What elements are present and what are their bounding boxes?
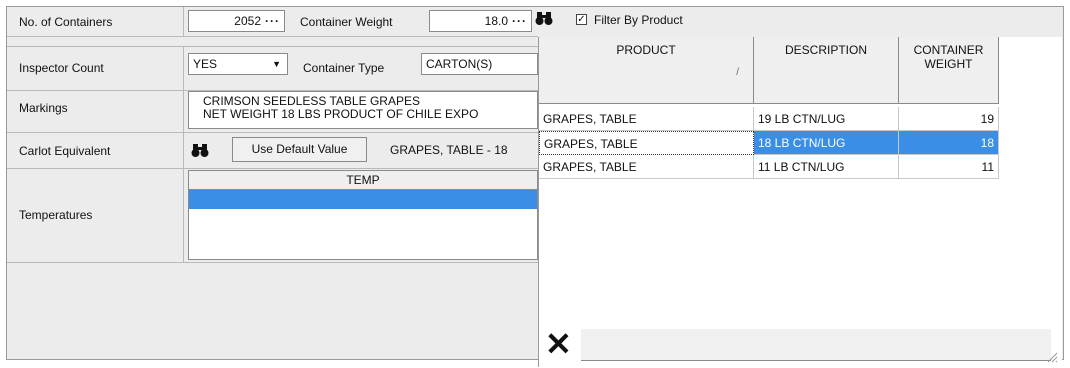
resize-grip-icon[interactable] — [1046, 351, 1058, 363]
header-product[interactable]: PRODUCT / — [539, 37, 754, 104]
row-carlot: Carlot Equivalent Use Default Value GRAP… — [7, 132, 538, 169]
containers-label: No. of Containers — [19, 15, 113, 29]
row-containers: No. of Containers 2052 ··· Container Weig… — [7, 7, 538, 37]
inspector-select[interactable]: YES ▼ — [188, 53, 288, 75]
table-row-selected[interactable]: GRAPES, TABLE 18 LB CTN/LUG 18 — [539, 131, 999, 155]
chevron-down-icon[interactable]: ▼ — [272, 54, 281, 74]
markings-label: Markings — [19, 101, 68, 115]
containers-ellipsis-button[interactable]: ··· — [265, 14, 280, 28]
type-label: Container Type — [303, 61, 385, 75]
table-row[interactable]: GRAPES, TABLE 19 LB CTN/LUG 19 — [539, 107, 999, 131]
type-input[interactable]: CARTON(S) — [421, 53, 538, 75]
temp-grid[interactable]: TEMP — [188, 170, 538, 260]
header-description[interactable]: DESCRIPTION — [754, 37, 899, 104]
containers-input[interactable]: 2052 ··· — [188, 10, 285, 32]
sort-icon: / — [736, 67, 739, 78]
weight-label: Container Weight — [300, 15, 393, 29]
product-picker-popup: PRODUCT / DESCRIPTION CONTAINER WEIGHT G… — [538, 37, 1062, 367]
row-inspector: Inspector Count YES ▼ Container Type CAR… — [7, 46, 538, 91]
row-temperatures: Temperatures TEMP — [7, 168, 538, 263]
inspector-label: Inspector Count — [19, 61, 104, 75]
use-default-value-button[interactable]: Use Default Value — [232, 137, 367, 162]
carlot-value: GRAPES, TABLE - 18 — [390, 143, 508, 157]
carlot-label: Carlot Equivalent — [19, 144, 111, 158]
weight-input[interactable]: 18.0 ··· — [429, 10, 532, 32]
filter-label: Filter By Product — [594, 13, 683, 27]
popup-status-bar — [581, 329, 1051, 361]
close-icon[interactable]: ✕ — [545, 328, 572, 360]
table-row[interactable]: GRAPES, TABLE 11 LB CTN/LUG 11 — [539, 155, 999, 179]
binoculars-icon[interactable] — [535, 10, 553, 29]
markings-textarea[interactable]: CRIMSON SEEDLESS TABLE GRAPES NET WEIGHT… — [188, 91, 538, 129]
header-container-weight[interactable]: CONTAINER WEIGHT — [899, 37, 999, 104]
weight-ellipsis-button[interactable]: ··· — [512, 14, 527, 28]
temperatures-label: Temperatures — [19, 208, 93, 222]
filter-checkbox[interactable]: ✓ — [576, 14, 587, 25]
temp-header: TEMP — [189, 171, 537, 190]
temp-row-selected[interactable] — [189, 190, 537, 209]
carlot-binoculars-icon[interactable] — [191, 142, 209, 161]
row-markings: Markings CRIMSON SEEDLESS TABLE GRAPES N… — [7, 89, 538, 133]
